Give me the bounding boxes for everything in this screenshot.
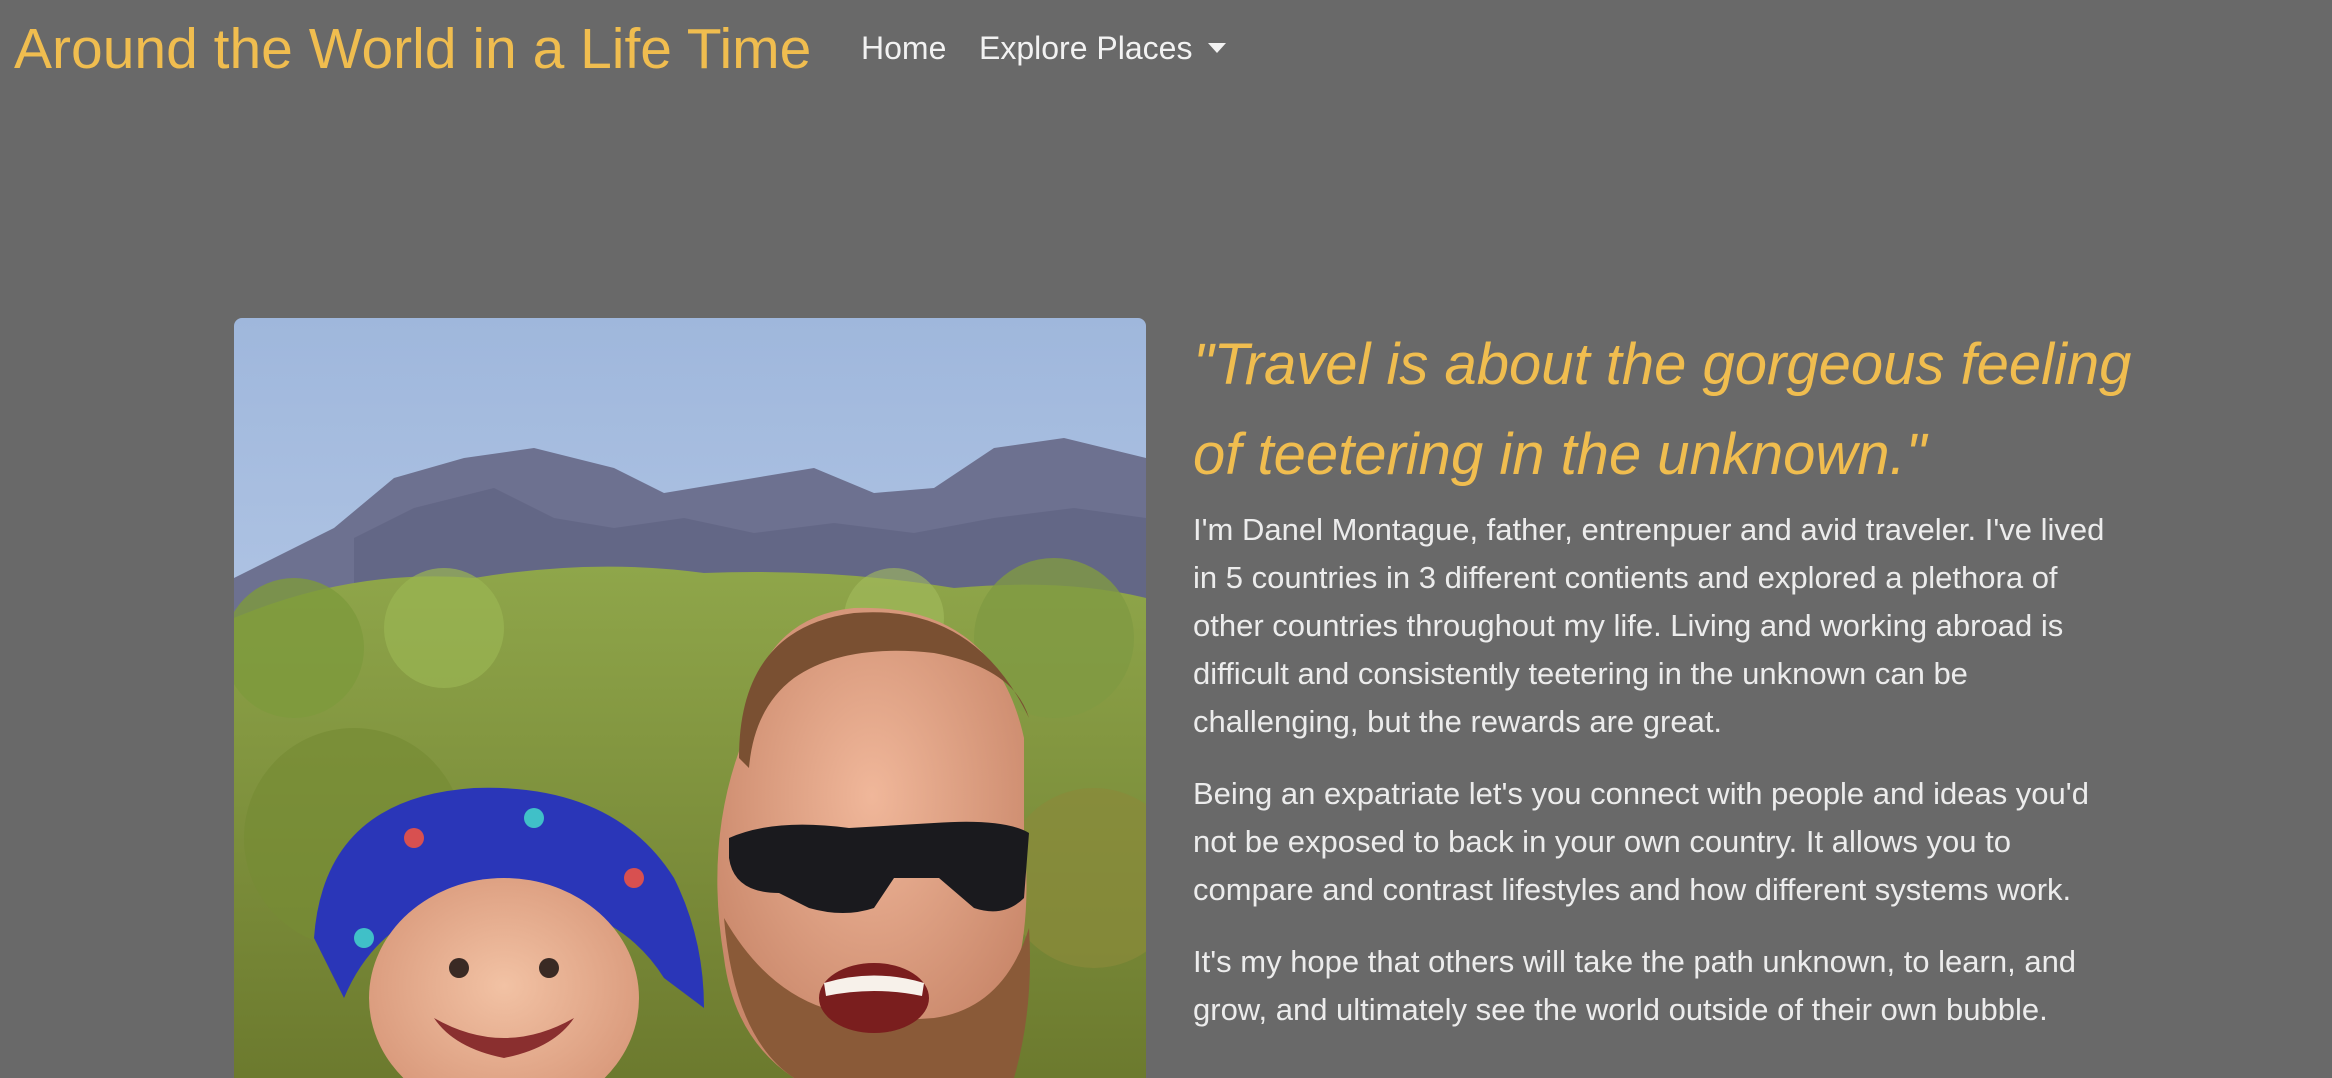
intro-paragraph: I'm Danel Montague, father, entrenpuer a… [1193,512,2105,739]
caret-down-icon [1208,43,1227,53]
nav-explore-label: Explore Places [979,30,1193,66]
intro-paragraph: Being an expatriate let's you connect wi… [1193,776,2089,907]
hero-photo [234,318,1146,1078]
hero-quote: "Travel is about the gorgeous feeling of… [1193,332,2132,487]
nav-explore-places-dropdown[interactable]: Explore Places [979,28,1227,68]
brand-logo-link[interactable]: Around the World in a Life Time [14,14,811,84]
intro-content: "Travel is about the gorgeous feeling of… [1193,320,2133,1058]
intro-paragraph: It's my hope that others will take the p… [1193,944,2077,1027]
nav-home-link[interactable]: Home [861,28,946,68]
top-navbar: Around the World in a Life Time Home Exp… [0,0,2332,100]
